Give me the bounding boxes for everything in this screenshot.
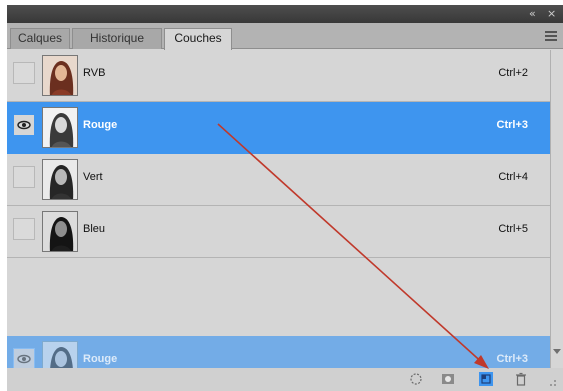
tab-couches[interactable]: Couches — [164, 28, 232, 50]
resize-grip-icon[interactable] — [545, 374, 559, 388]
panel-footer-toolbar — [7, 368, 563, 391]
channel-shortcut: Ctrl+5 — [498, 223, 528, 235]
mask-icon[interactable] — [441, 372, 455, 386]
channel-name: Rouge — [83, 353, 118, 365]
channel-row-vert[interactable]: Vert Ctrl+4 — [7, 154, 550, 206]
channel-shortcut: Ctrl+3 — [496, 119, 529, 131]
channel-name: Rouge — [83, 119, 118, 131]
visibility-toggle[interactable] — [13, 114, 35, 136]
channel-shortcut: Ctrl+3 — [496, 353, 529, 365]
collapse-icon[interactable]: « — [529, 7, 536, 21]
channel-list: RVB Ctrl+2 Rouge Ctrl+3 Vert Ctrl+4 Bleu… — [7, 50, 550, 344]
channel-name: Vert — [83, 171, 103, 183]
portrait-dark-icon — [43, 212, 77, 251]
visibility-toggle[interactable] — [13, 62, 35, 84]
channel-thumbnail — [42, 55, 78, 96]
portrait-color-icon — [43, 56, 77, 95]
eye-icon — [17, 120, 31, 130]
channel-shortcut: Ctrl+2 — [498, 67, 528, 79]
visibility-toggle[interactable] — [13, 166, 35, 188]
channels-panel: « × Calques Historique Couches RVB Ctrl+… — [7, 5, 563, 391]
portrait-gray-icon — [43, 108, 77, 147]
scrollbar[interactable] — [550, 50, 563, 368]
channel-shortcut: Ctrl+4 — [498, 171, 528, 183]
trash-icon[interactable] — [514, 372, 528, 386]
channel-thumbnail — [42, 211, 78, 252]
channel-name: Bleu — [83, 223, 106, 235]
channel-row-bleu[interactable]: Bleu Ctrl+5 — [7, 206, 550, 258]
channel-thumbnail — [42, 107, 78, 148]
tab-historique[interactable]: Historique — [72, 28, 162, 49]
channel-row-rvb[interactable]: RVB Ctrl+2 — [7, 50, 550, 102]
tab-calques[interactable]: Calques — [10, 28, 70, 49]
channel-name: RVB — [83, 67, 106, 79]
visibility-toggle — [13, 348, 35, 370]
tab-bar: Calques Historique Couches — [7, 23, 563, 50]
panel-title-bar: « × — [7, 5, 563, 23]
channel-thumbnail — [42, 159, 78, 200]
dotted-circle-icon[interactable] — [409, 372, 423, 386]
portrait-gray-icon — [43, 160, 77, 199]
new-channel-icon[interactable] — [479, 372, 493, 386]
channel-row-rouge[interactable]: Rouge Ctrl+3 — [7, 102, 550, 154]
panel-menu-icon[interactable] — [545, 31, 557, 41]
close-icon[interactable]: × — [547, 7, 556, 21]
visibility-toggle[interactable] — [13, 218, 35, 240]
scroll-down-icon[interactable] — [553, 349, 561, 354]
eye-icon — [17, 354, 31, 364]
